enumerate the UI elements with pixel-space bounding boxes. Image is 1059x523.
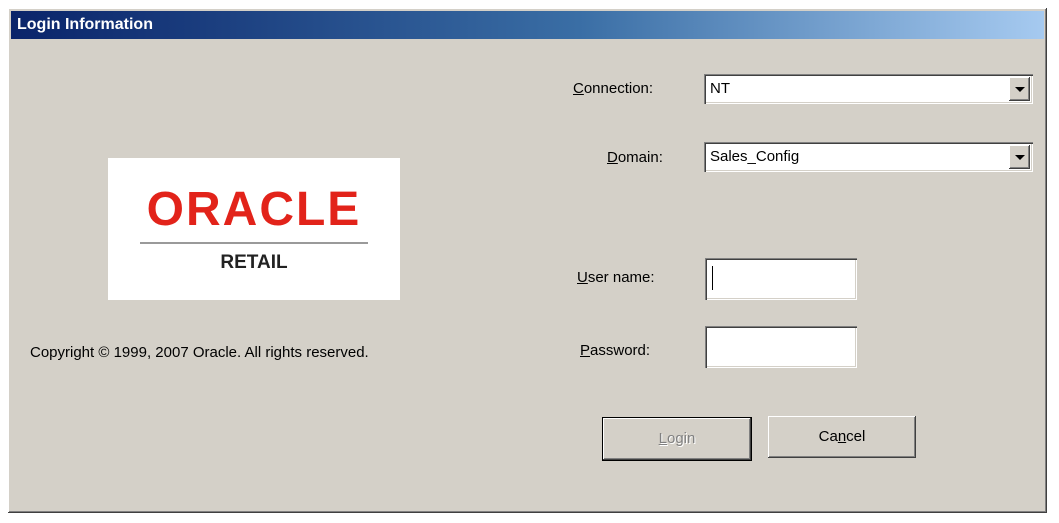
connection-dropdown-arrow-icon[interactable] [1009, 77, 1030, 101]
logo-divider [140, 242, 368, 244]
domain-dropdown-arrow-icon[interactable] [1009, 145, 1030, 169]
cancel-button[interactable]: Cancel [768, 416, 916, 458]
dialog-title: Login Information [11, 11, 1044, 39]
connection-label: Connection: [573, 80, 654, 97]
logo-product-text: RETAIL [220, 252, 288, 273]
domain-label: Domain: [607, 149, 663, 166]
username-label: User name: [577, 269, 655, 286]
password-label: Password: [580, 342, 651, 359]
login-dialog: Login Information ORACLE RETAIL Copyrigh… [8, 8, 1047, 513]
copyright-notice: Copyright © 1999, 2007 Oracle. All right… [30, 344, 369, 361]
logo-brand-text: ORACLE [146, 183, 362, 236]
password-input[interactable] [705, 326, 857, 368]
connection-value: NT [710, 80, 730, 97]
oracle-retail-logo: ORACLE RETAIL [108, 158, 400, 300]
connection-select[interactable]: NT [704, 74, 1033, 104]
username-input[interactable] [705, 258, 857, 300]
text-caret [712, 266, 713, 290]
domain-select[interactable]: Sales_Config [704, 142, 1033, 172]
domain-value: Sales_Config [710, 148, 800, 165]
login-button[interactable]: Login [602, 417, 752, 461]
